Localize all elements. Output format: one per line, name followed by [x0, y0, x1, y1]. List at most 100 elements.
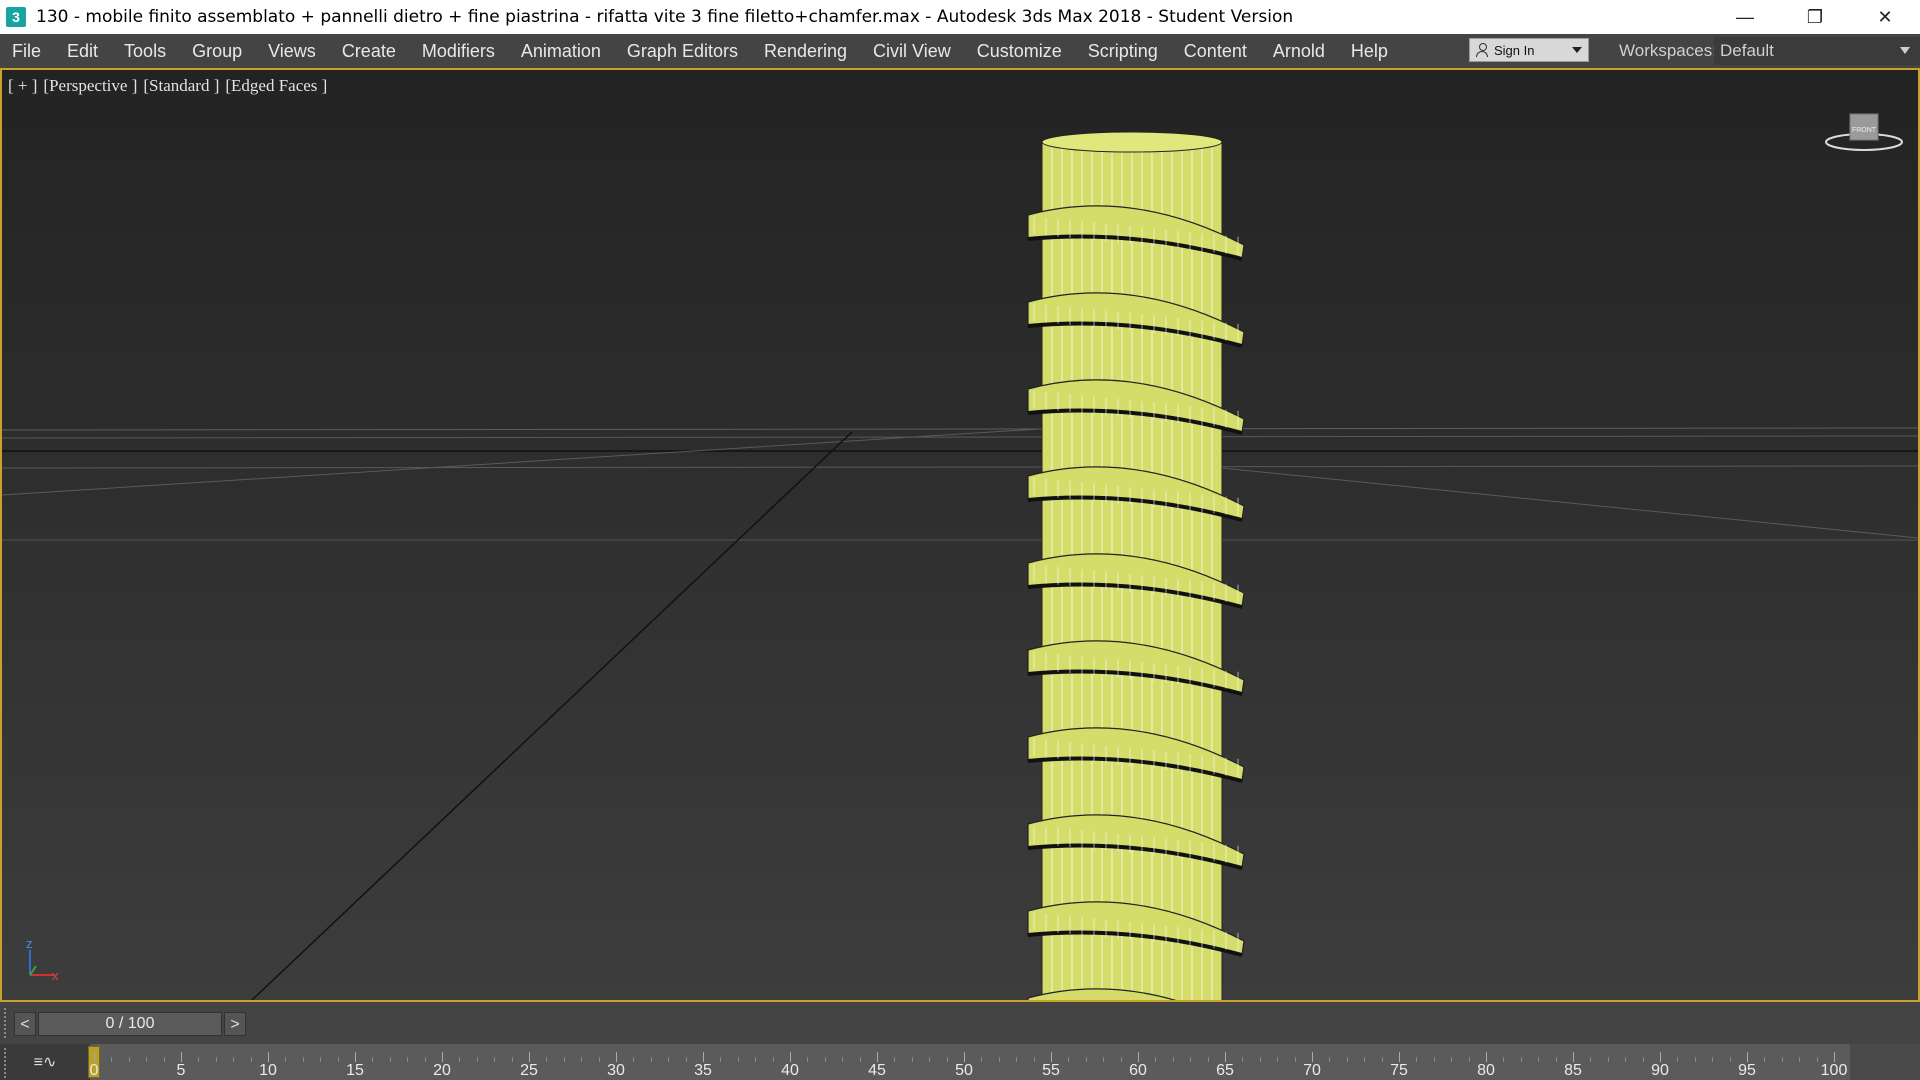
ruler-tick	[1729, 1057, 1731, 1062]
ruler-tick-label: 70	[1303, 1062, 1321, 1079]
chevron-down-icon	[1572, 47, 1582, 53]
menu-create[interactable]: Create	[329, 34, 409, 68]
ruler-tick-label: 40	[781, 1062, 799, 1079]
ruler-tick	[1590, 1057, 1592, 1062]
curve-editor-icon[interactable]: ≡∿	[28, 1050, 62, 1074]
ruler-tick	[302, 1057, 304, 1062]
ruler-tick	[1312, 1052, 1313, 1062]
ruler-tick	[442, 1052, 443, 1062]
grid-line	[2, 427, 1918, 431]
ruler-tick	[981, 1057, 983, 1062]
previous-frame-button[interactable]: <	[14, 1012, 36, 1036]
ruler-tick	[1625, 1057, 1627, 1062]
axis-x-label: x	[52, 968, 59, 983]
ruler-tick	[1138, 1052, 1139, 1062]
ruler-tick	[476, 1057, 478, 1062]
viewport-shading-menu[interactable]: [Standard ]	[143, 76, 219, 96]
close-button[interactable]: ✕	[1850, 0, 1920, 34]
time-slider[interactable]: 0 / 100	[38, 1012, 222, 1036]
ruler-tick	[842, 1057, 844, 1062]
ruler-tick	[616, 1052, 617, 1062]
ruler-tick	[1329, 1057, 1331, 1062]
ruler-tick	[407, 1057, 409, 1062]
ruler-tick	[1747, 1052, 1748, 1062]
ruler-tick	[250, 1057, 252, 1062]
ruler-tick	[1277, 1057, 1279, 1062]
menu-file[interactable]: File	[0, 34, 54, 68]
ruler-tick	[1381, 1057, 1383, 1062]
ruler-tick	[1051, 1052, 1052, 1062]
ruler-tick	[1660, 1052, 1661, 1062]
minimize-button[interactable]: —	[1710, 0, 1780, 34]
ruler-tick	[1799, 1057, 1801, 1062]
menu-modifiers[interactable]: Modifiers	[409, 34, 508, 68]
menu-arnold[interactable]: Arnold	[1260, 34, 1338, 68]
perspective-viewport[interactable]: [ + ] [Perspective ] [Standard ] [Edged …	[0, 68, 1920, 1002]
ruler-tick	[1816, 1057, 1818, 1062]
menu-customize[interactable]: Customize	[964, 34, 1075, 68]
ruler-tick	[494, 1057, 496, 1062]
track-bar: ≡∿ 0 5 10 15 20 25 30 35 40 45 50 55 60 65 70 75 80 85 90 9…	[0, 1044, 1920, 1080]
viewport-label-menu: [ + ] [Perspective ] [Standard ] [Edged …	[8, 76, 327, 96]
ruler-tick	[1242, 1057, 1244, 1062]
ruler-tick	[1416, 1057, 1418, 1062]
frame-ruler[interactable]: 0 5 10 15 20 25 30 35 40 45 50 55 60 65 70 75 80 85 90 95 10…	[88, 1044, 1850, 1080]
viewport-general-menu[interactable]: [ + ]	[8, 76, 37, 96]
grip-handle[interactable]	[4, 1008, 10, 1038]
menu-views[interactable]: Views	[255, 34, 329, 68]
ruler-tick	[1225, 1052, 1226, 1062]
ruler-tick-label: 35	[694, 1062, 712, 1079]
menu-content[interactable]: Content	[1171, 34, 1260, 68]
ruler-tick	[1120, 1057, 1122, 1062]
ruler-tick-label: 15	[346, 1062, 364, 1079]
ruler-tick	[111, 1057, 113, 1062]
menu-help[interactable]: Help	[1338, 34, 1401, 68]
ruler-tick	[529, 1052, 530, 1062]
viewport-point-of-view-menu[interactable]: [Perspective ]	[43, 76, 137, 96]
ruler-tick	[146, 1057, 148, 1062]
ruler-tick	[355, 1052, 356, 1062]
grip-handle[interactable]	[4, 1048, 10, 1078]
ruler-tick	[1451, 1057, 1453, 1062]
ruler-tick	[1085, 1057, 1087, 1062]
restore-button[interactable]: ❐	[1780, 0, 1850, 34]
menu-edit[interactable]: Edit	[54, 34, 111, 68]
menu-civil-view[interactable]: Civil View	[860, 34, 964, 68]
ruler-tick	[1294, 1057, 1296, 1062]
viewport-display-menu[interactable]: [Edged Faces ]	[225, 76, 327, 96]
menu-rendering[interactable]: Rendering	[751, 34, 860, 68]
scene-canvas: FRONT z x	[2, 113, 1918, 1000]
ruler-tick	[946, 1057, 948, 1062]
ruler-tick	[198, 1057, 200, 1062]
ruler-tick	[1538, 1057, 1540, 1062]
ruler-tick	[563, 1057, 565, 1062]
grid-axis-line	[251, 431, 853, 1000]
ruler-tick	[581, 1057, 583, 1062]
window-controls: — ❐ ✕	[1710, 0, 1920, 34]
menu-tools[interactable]: Tools	[111, 34, 179, 68]
ruler-tick	[1172, 1057, 1174, 1062]
ruler-tick	[1399, 1052, 1400, 1062]
menu-graph-editors[interactable]: Graph Editors	[614, 34, 751, 68]
sign-in-dropdown[interactable]: Sign In	[1469, 38, 1589, 62]
ruler-end-cap	[1850, 1044, 1920, 1080]
menu-animation[interactable]: Animation	[508, 34, 614, 68]
ruler-tick-label: 60	[1129, 1062, 1147, 1079]
screw-top-cap	[1041, 131, 1223, 153]
ruler-tick	[1433, 1057, 1435, 1062]
menu-scripting[interactable]: Scripting	[1075, 34, 1171, 68]
ruler-tick	[1190, 1057, 1192, 1062]
ruler-tick	[790, 1052, 791, 1062]
user-icon	[1476, 43, 1488, 57]
ruler-tick	[320, 1057, 322, 1062]
menu-group[interactable]: Group	[179, 34, 255, 68]
ruler-tick	[807, 1057, 809, 1062]
window-title: 130 - mobile finito assemblato + pannell…	[36, 7, 1294, 27]
ruler-tick-label: 10	[259, 1062, 277, 1079]
grid-line	[2, 424, 1103, 496]
ruler-tick	[929, 1057, 931, 1062]
ruler-tick	[424, 1057, 426, 1062]
title-bar: 3 130 - mobile finito assemblato + panne…	[0, 0, 1920, 34]
workspaces-select[interactable]: Default	[1714, 37, 1920, 65]
next-frame-button[interactable]: >	[224, 1012, 246, 1036]
